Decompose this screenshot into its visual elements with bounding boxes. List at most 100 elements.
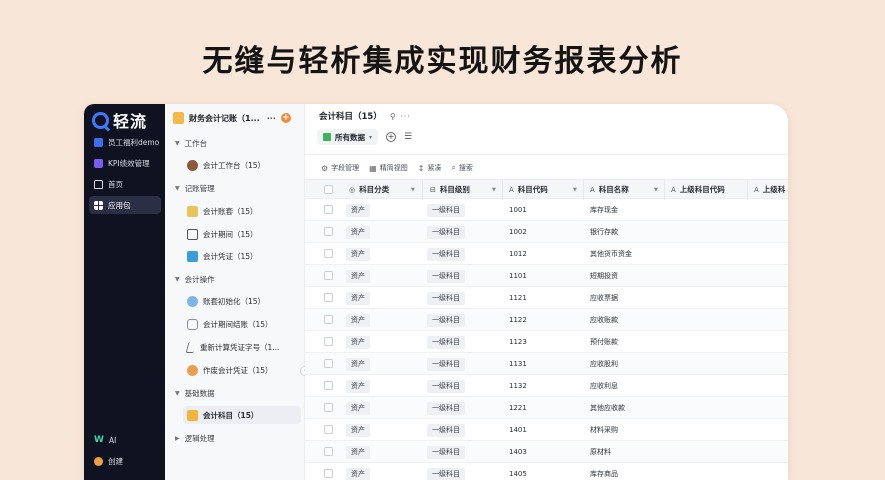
account-name: 应收票据 bbox=[590, 294, 618, 302]
table-row[interactable]: 资产 一级科目 1002 银行存款 bbox=[305, 221, 788, 243]
column-header-level[interactable]: ⊟ 科目级别 ▼ bbox=[430, 180, 505, 199]
table-row[interactable]: 资产 一级科目 1121 应收票据 bbox=[305, 287, 788, 309]
row-checkbox[interactable] bbox=[324, 271, 333, 280]
account-name: 短期投资 bbox=[590, 272, 618, 280]
column-header-name[interactable]: A 科目名称 ▼ bbox=[590, 180, 665, 199]
rail-item-home[interactable]: 首页 bbox=[89, 175, 161, 193]
nav-item-period-close[interactable]: 会计期间结账（15） bbox=[183, 315, 301, 333]
compact-view-button[interactable]: ▦ 精简视图 bbox=[369, 163, 408, 173]
table-row[interactable]: 资产 一级科目 1405 库存商品 bbox=[305, 463, 788, 480]
row-checkbox[interactable] bbox=[324, 447, 333, 456]
table-row[interactable]: 资产 一级科目 1101 短期投资 bbox=[305, 265, 788, 287]
view-list-icon[interactable]: ☰ bbox=[404, 132, 412, 142]
category-tag: 资产 bbox=[346, 424, 370, 437]
nav-item-voucher[interactable]: 会计凭证（15） bbox=[183, 247, 301, 265]
column-divider bbox=[664, 180, 665, 200]
more-icon[interactable]: ··· bbox=[267, 114, 276, 123]
table-row[interactable]: 资产 一级科目 1401 材料采购 bbox=[305, 419, 788, 441]
account-code: 1001 bbox=[509, 206, 527, 214]
radio-field-icon: ◎ bbox=[349, 185, 356, 194]
app-title[interactable]: 财务会计记账（1... bbox=[189, 113, 260, 124]
table-row[interactable]: 资产 一级科目 1001 库存现金 bbox=[305, 199, 788, 221]
select-all-checkbox[interactable] bbox=[324, 185, 333, 194]
row-checkbox[interactable] bbox=[324, 337, 333, 346]
nav-item-period[interactable]: 会计期间（15） bbox=[183, 225, 301, 243]
chevron-down-icon: ▼ bbox=[175, 276, 180, 283]
view-tab-all[interactable]: 所有数据 ▾ bbox=[317, 129, 379, 145]
search-button[interactable]: ⌕ 搜索 bbox=[451, 163, 472, 173]
rail-item-create[interactable]: 创建 bbox=[89, 452, 161, 470]
search-icon: ⌕ bbox=[451, 163, 456, 172]
density-button[interactable]: ↕ 紧凑 bbox=[418, 163, 442, 173]
rail-item-kpi[interactable]: KPI绩效管理 bbox=[89, 154, 161, 172]
table-row[interactable]: 资产 一级科目 1122 应收账款 bbox=[305, 309, 788, 331]
column-header-category[interactable]: ◎ 科目分类 ▼ bbox=[349, 180, 424, 199]
rail-item-label: 首页 bbox=[108, 179, 123, 189]
table-row[interactable]: 资产 一级科目 1221 其他应收款 bbox=[305, 397, 788, 419]
column-header-parent-code[interactable]: A 上级科目代码 bbox=[671, 180, 751, 199]
group-workbench[interactable]: ▼ 工作台 bbox=[175, 138, 207, 149]
row-checkbox[interactable] bbox=[324, 293, 333, 302]
row-checkbox[interactable] bbox=[324, 227, 333, 236]
account-code: 1002 bbox=[509, 228, 527, 236]
column-header-code[interactable]: A 科目代码 ▼ bbox=[509, 180, 584, 199]
app-logo[interactable]: 轻流 bbox=[92, 109, 147, 131]
group-logic[interactable]: ▶ 逻辑处理 bbox=[175, 433, 215, 444]
row-checkbox[interactable] bbox=[324, 359, 333, 368]
logo-text: 轻流 bbox=[113, 112, 148, 131]
category-tag: 资产 bbox=[346, 248, 370, 261]
row-checkbox[interactable] bbox=[324, 425, 333, 434]
promo-headline: 无缝与轻析集成实现财务报表分析 bbox=[202, 44, 683, 79]
rail-item-apps[interactable]: 应用包 bbox=[89, 196, 161, 214]
table-row[interactable]: 资产 一级科目 1132 应收利息 bbox=[305, 375, 788, 397]
rail-item-label: 创建 bbox=[108, 456, 123, 466]
chevron-down-icon[interactable]: ▼ bbox=[654, 187, 658, 193]
nav-item-label: 重新计算凭证字号（1... bbox=[200, 342, 280, 352]
welfare-app-icon bbox=[94, 137, 103, 147]
rail-item-label: AI bbox=[108, 435, 117, 445]
category-tag: 资产 bbox=[346, 270, 370, 283]
text-field-icon: A bbox=[671, 185, 676, 194]
nav-item-init[interactable]: 账套初始化（15） bbox=[183, 292, 301, 310]
group-bookkeeping[interactable]: ▼ 记账管理 bbox=[175, 183, 215, 194]
table-row[interactable]: 资产 一级科目 1131 应收股利 bbox=[305, 353, 788, 375]
row-checkbox[interactable] bbox=[324, 469, 333, 478]
column-header-parent-name[interactable]: A 上级科 bbox=[754, 180, 788, 199]
table-row[interactable]: 资产 一级科目 1403 原材料 bbox=[305, 441, 788, 463]
row-checkbox[interactable] bbox=[324, 381, 333, 390]
level-tag: 一级科目 bbox=[427, 336, 465, 349]
row-checkbox[interactable] bbox=[324, 403, 333, 412]
add-icon[interactable]: + bbox=[280, 113, 291, 123]
nav-item-void-voucher[interactable]: 作废会计凭证（15） bbox=[183, 361, 301, 379]
home-icon bbox=[94, 179, 103, 189]
nav-item-books[interactable]: 会计账套（15） bbox=[183, 202, 301, 220]
nav-item-workbench[interactable]: 会计工作台（15） bbox=[183, 156, 301, 174]
rail-item-ai[interactable]: W AI bbox=[89, 431, 161, 449]
kpi-app-icon bbox=[94, 158, 103, 168]
rail-item-welfare[interactable]: 员工福利demo bbox=[89, 133, 161, 151]
account-name: 库存商品 bbox=[590, 470, 618, 478]
ledger-app-icon bbox=[173, 112, 184, 124]
row-checkbox[interactable] bbox=[324, 205, 333, 214]
title-tools-icon[interactable]: ⚲ ··· bbox=[390, 112, 411, 121]
group-basic-data[interactable]: ▼ 基础数据 bbox=[175, 388, 215, 399]
column-header-label: 科目代码 bbox=[517, 185, 548, 194]
level-tag: 一级科目 bbox=[427, 226, 465, 239]
group-operations[interactable]: ▼ 会计操作 bbox=[175, 274, 215, 285]
table-row[interactable]: 资产 一级科目 1012 其他货币资金 bbox=[305, 243, 788, 265]
field-manage-button[interactable]: ⚙ 字段管理 bbox=[321, 163, 359, 173]
row-checkbox[interactable] bbox=[324, 315, 333, 324]
group-label: 会计操作 bbox=[184, 275, 215, 284]
level-tag: 一级科目 bbox=[427, 380, 465, 393]
account-code: 1132 bbox=[509, 382, 527, 390]
nav-item-accounts[interactable]: 会计科目（15） bbox=[183, 406, 301, 424]
category-tag: 资产 bbox=[346, 314, 370, 327]
chevron-down-icon[interactable]: ▼ bbox=[573, 187, 577, 193]
nav-item-recalc[interactable]: 重新计算凭证字号（1... bbox=[183, 338, 301, 356]
chevron-down-icon[interactable]: ▼ bbox=[492, 187, 496, 193]
table-row[interactable]: 资产 一级科目 1123 预付账款 bbox=[305, 331, 788, 353]
add-view-icon[interactable]: + bbox=[386, 132, 397, 142]
row-checkbox[interactable] bbox=[324, 249, 333, 258]
group-label: 记账管理 bbox=[184, 184, 215, 193]
chevron-down-icon[interactable]: ▼ bbox=[411, 187, 415, 193]
